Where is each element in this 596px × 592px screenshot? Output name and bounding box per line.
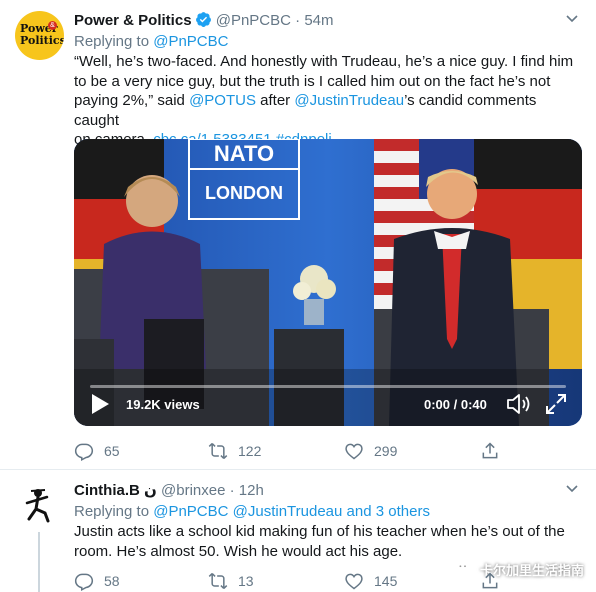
replying-others-link[interactable]: and 3 others [347,503,430,520]
avatar[interactable]: Power & Politics [15,11,64,60]
heart-icon [345,443,363,460]
tweet-text-line: paying 2%,” said @POTUS after @JustinTru… [74,91,584,130]
share-icon [482,442,498,459]
text-segment: paying 2%,” said [74,92,190,109]
share-button[interactable] [480,441,510,461]
chevron-down-icon[interactable] [564,10,580,26]
replying-to-link[interactable]: @PnPCBC [153,33,228,50]
replying-to: Replying to @PnPCBC @JustinTrudeau and 3… [74,503,430,520]
text-segment: after [255,92,295,109]
reply-button[interactable]: 65 [74,441,120,461]
like-button[interactable]: 299 [344,441,397,461]
retweet-button[interactable]: 13 [208,571,254,591]
replying-prefix: Replying to [74,503,150,520]
heart-icon [345,573,363,590]
mention-potus[interactable]: @POTUS [189,92,256,109]
video-progress-bar[interactable] [90,385,566,388]
sign-nato: NATO [214,141,274,166]
like-count: 145 [374,573,398,589]
reply-icon [74,443,94,461]
author-name-suffix: ن [144,482,157,499]
author-handle[interactable]: @brinxee [161,482,225,499]
like-button[interactable]: 145 [344,571,397,591]
tweet-actions: 58 13 145 [74,571,584,591]
reply-count: 65 [104,443,120,459]
share-icon [482,572,498,589]
replying-to: Replying to @PnPCBC [74,33,228,50]
sign-london: LONDON [205,183,283,203]
retweet-icon [208,572,228,590]
tweet-header: Cinthia.B ن @brinxee · 12h [74,481,264,501]
dot-separator: · [229,482,235,499]
avatar[interactable] [15,481,63,529]
author-handle[interactable]: @PnPCBC [216,12,291,29]
verified-badge-icon [195,12,211,27]
author-name[interactable]: Cinthia.B [74,482,140,499]
fullscreen-icon[interactable] [544,392,568,416]
avatar-ampersand: & [48,21,57,30]
reply-icon [74,573,94,591]
replying-to-link[interactable]: @PnPCBC [153,503,228,520]
tweet-power-politics[interactable]: Power & Politics Power & Politics @PnPCB… [0,0,596,470]
reply-count: 58 [104,573,120,589]
tweet-time[interactable]: 12h [239,482,264,499]
share-button[interactable] [480,571,510,591]
tweet-cinthia[interactable]: Cinthia.B ن @brinxee · 12h Replying to @… [0,470,596,592]
retweet-icon [208,442,228,460]
author-name[interactable]: Power & Politics [74,12,192,29]
reply-button[interactable]: 58 [74,571,120,591]
tweet-text-line: to be a very nice guy, but the truth is … [74,72,551,90]
chevron-down-icon[interactable] [564,480,580,496]
tweet-text-line: “Well, he’s two-faced. And honestly with… [74,53,574,70]
thread-line [38,532,40,592]
video-player[interactable]: NATO LONDON 19.2K views 0:00 / 0:40 [74,139,582,426]
tweet-header: Power & Politics @PnPCBC · 54m [74,11,334,31]
replying-to-link[interactable]: @JustinTrudeau [233,503,343,520]
avatar-text-politics: Politics [20,34,64,47]
tweet-text: “Well, he’s two-faced. And honestly with… [74,52,584,150]
replying-prefix: Replying to [74,33,150,50]
tweet-time[interactable]: 54m [304,12,333,29]
play-icon[interactable] [90,393,110,415]
tweet-text-line: Justin acts like a school kid making fun… [74,523,565,540]
retweet-count: 122 [238,443,262,459]
video-frame: NATO LONDON [74,139,582,426]
volume-icon[interactable] [506,392,532,416]
retweet-button[interactable]: 122 [208,441,261,461]
dot-separator: · [295,12,301,29]
retweet-count: 13 [238,573,254,589]
tweet-actions: 65 122 299 [74,441,584,461]
video-views: 19.2K views [126,397,200,412]
mention-justintrudeau[interactable]: @JustinTrudeau [294,92,404,109]
like-count: 299 [374,443,398,459]
tweet-text: Justin acts like a school kid making fun… [74,522,584,561]
video-timecode: 0:00 / 0:40 [424,397,487,412]
